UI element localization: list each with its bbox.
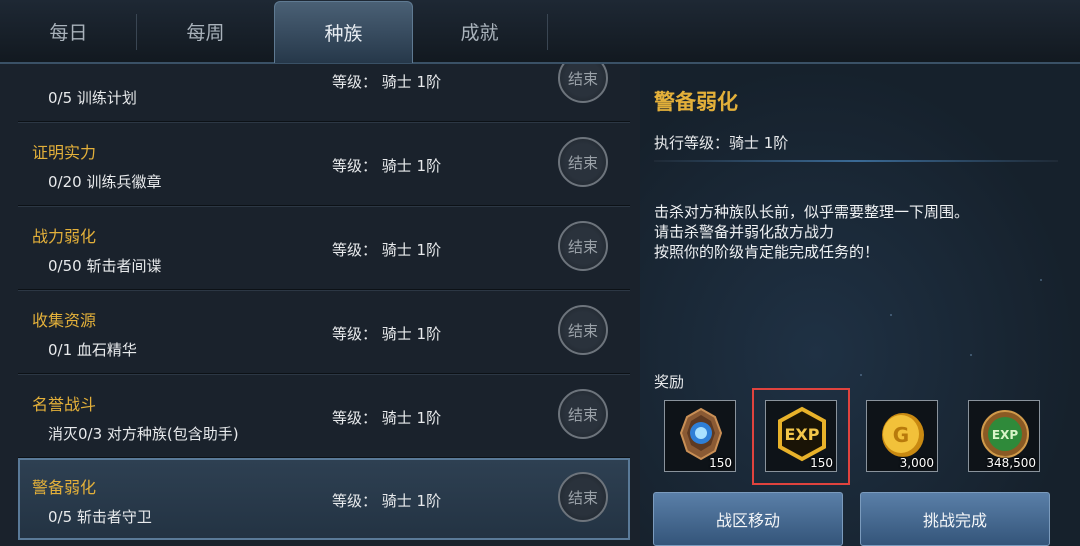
exec-level: 执行等级：骑士 1阶 bbox=[654, 134, 789, 152]
quest-progress: 0/1 血石精华 bbox=[48, 341, 137, 359]
quest-title: 名誉战斗 bbox=[32, 395, 97, 414]
tab-achievement[interactable]: 成就 bbox=[411, 0, 548, 62]
end-button[interactable]: 结束 bbox=[558, 64, 608, 103]
end-button[interactable]: 结束 bbox=[558, 472, 608, 522]
quest-level: 等级： 骑士 1阶 bbox=[332, 409, 442, 427]
tab-label: 成就 bbox=[460, 21, 499, 44]
tab-bar: 每日 每周 种族 成就 bbox=[0, 0, 1080, 64]
quest-level: 等级： 骑士 1阶 bbox=[332, 325, 442, 343]
description-line: 请击杀警备并弱化敌方战力 bbox=[654, 223, 835, 241]
quest-level: 等级： 骑士 1阶 bbox=[332, 157, 442, 175]
challenge-complete-button[interactable]: 挑战完成 bbox=[860, 492, 1050, 546]
reward-amount: 150 bbox=[709, 456, 732, 470]
quest-title: 证明实力 bbox=[32, 143, 97, 162]
quest-list[interactable]: 0/5 训练计划 等级： 骑士 1阶 结束 证明实力 0/20 训练兵徽章 等级… bbox=[18, 64, 630, 546]
tab-label: 每日 bbox=[49, 21, 88, 44]
quest-row-training[interactable]: 0/5 训练计划 等级： 骑士 1阶 结束 bbox=[18, 64, 630, 122]
rewards-label: 奖励 bbox=[654, 373, 685, 391]
quest-title: 战力弱化 bbox=[32, 227, 97, 246]
end-button[interactable]: 结束 bbox=[558, 221, 608, 271]
tab-label: 每周 bbox=[186, 21, 225, 44]
tab-label: 种族 bbox=[324, 23, 363, 45]
reward-amount: 348,500 bbox=[986, 456, 1036, 470]
description-line: 击杀对方种族队长前，似乎需要整理一下周围。 bbox=[654, 203, 970, 221]
tab-weekly[interactable]: 每周 bbox=[137, 0, 274, 62]
tab-divider bbox=[547, 14, 548, 50]
quest-row-collect-resources[interactable]: 收集资源 0/1 血石精华 等级： 骑士 1阶 结束 bbox=[18, 290, 630, 374]
quest-progress: 0/20 训练兵徽章 bbox=[48, 173, 162, 191]
quest-row-prove-strength[interactable]: 证明实力 0/20 训练兵徽章 等级： 骑士 1阶 结束 bbox=[18, 122, 630, 206]
background-star bbox=[970, 354, 972, 356]
detail-title: 警备弱化 bbox=[654, 90, 738, 114]
background-star bbox=[1040, 279, 1042, 281]
reward-amount: 3,000 bbox=[899, 456, 934, 470]
quest-level: 等级： 骑士 1阶 bbox=[332, 73, 442, 91]
reward-slot-medal[interactable]: 150 bbox=[664, 400, 736, 472]
quest-title: 警备弱化 bbox=[32, 478, 97, 497]
description-line: 按照你的阶级肯定能完成任务的！ bbox=[654, 243, 880, 261]
svg-text:G: G bbox=[893, 423, 909, 447]
reward-slot-gold[interactable]: G 3,000 bbox=[866, 400, 938, 472]
tab-daily[interactable]: 每日 bbox=[0, 0, 137, 62]
background-star bbox=[860, 374, 862, 376]
background-star bbox=[890, 314, 892, 316]
quest-description: 击杀对方种族队长前，似乎需要整理一下周围。 请击杀警备并弱化敌方战力 按照你的阶… bbox=[654, 202, 969, 262]
quest-detail-panel: 警备弱化 执行等级：骑士 1阶 击杀对方种族队长前，似乎需要整理一下周围。 请击… bbox=[640, 64, 1080, 546]
quest-progress: 0/5 斩击者守卫 bbox=[48, 508, 152, 526]
quest-level: 等级： 骑士 1阶 bbox=[332, 241, 442, 259]
divider bbox=[654, 160, 1058, 162]
selected-reward-highlight bbox=[752, 388, 850, 485]
quest-progress: 消灭0/3 对方种族(包含助手) bbox=[48, 425, 239, 443]
end-button[interactable]: 结束 bbox=[558, 389, 608, 439]
svg-text:EXP: EXP bbox=[992, 428, 1018, 442]
quest-row-weaken-power[interactable]: 战力弱化 0/50 斩击者间谍 等级： 骑士 1阶 结束 bbox=[18, 206, 630, 290]
quest-row-weaken-guard[interactable]: 警备弱化 0/5 斩击者守卫 等级： 骑士 1阶 结束 bbox=[18, 458, 630, 540]
zone-move-button[interactable]: 战区移动 bbox=[653, 492, 843, 546]
end-button[interactable]: 结束 bbox=[558, 137, 608, 187]
quest-level: 等级： 骑士 1阶 bbox=[332, 492, 442, 510]
quest-progress: 0/5 训练计划 bbox=[48, 89, 137, 107]
quest-row-honor-battle[interactable]: 名誉战斗 消灭0/3 对方种族(包含助手) 等级： 骑士 1阶 结束 bbox=[18, 374, 630, 458]
tab-race[interactable]: 种族 bbox=[274, 1, 413, 63]
quest-title: 收集资源 bbox=[32, 311, 97, 330]
reward-slot-exp-orb[interactable]: EXP 348,500 bbox=[968, 400, 1040, 472]
quest-progress: 0/50 斩击者间谍 bbox=[48, 257, 162, 275]
end-button[interactable]: 结束 bbox=[558, 305, 608, 355]
